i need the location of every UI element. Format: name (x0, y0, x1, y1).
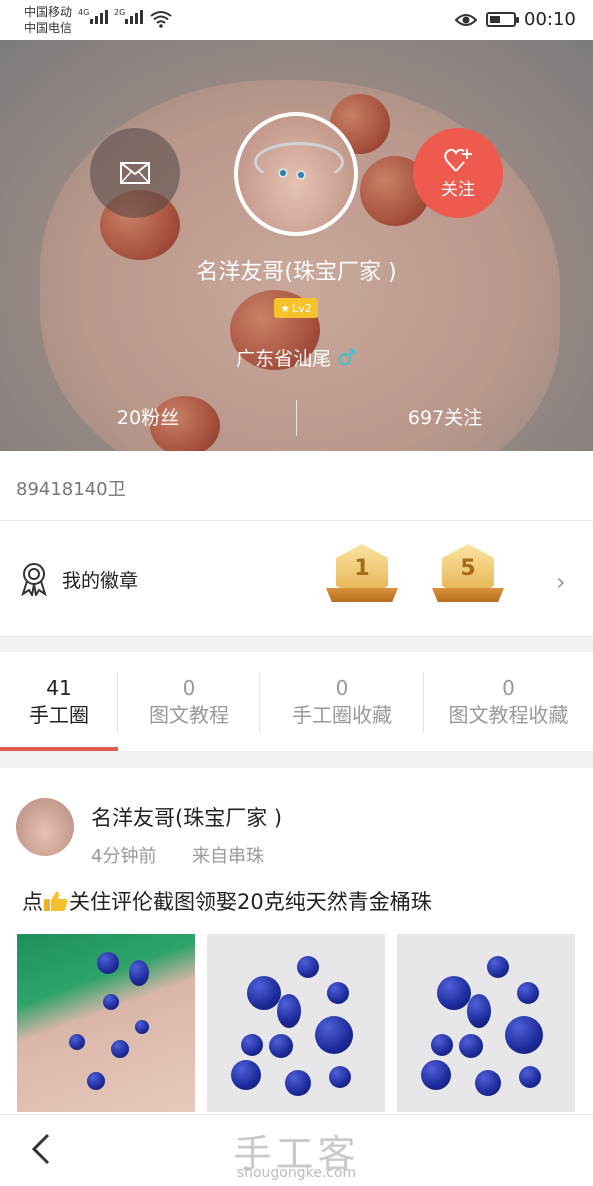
follow-button[interactable]: 关注 (413, 128, 503, 218)
tab-label: 手工圈收藏 (292, 702, 392, 727)
signal-icon (90, 10, 108, 24)
location-text: 广东省汕尾 (236, 348, 332, 370)
post-author-avatar[interactable] (16, 798, 74, 856)
tab-tutorial-favorites[interactable]: 0 图文教程收藏 (424, 652, 593, 751)
tab-count: 0 (502, 675, 515, 700)
post-source: 来自串珠 (192, 846, 264, 867)
tab-circle-favorites[interactable]: 0 手工圈收藏 (260, 652, 424, 751)
section-divider (0, 636, 593, 652)
badge-medal-number: 1 (354, 556, 370, 581)
watermark-url: shougongke.com (236, 1165, 357, 1181)
post-text: 点 关住评伦截图领娶20克纯天然青金桶珠 (22, 886, 432, 916)
profile-name: 名洋友哥(珠宝厂家 ) (196, 260, 397, 285)
battery-icon (486, 12, 519, 27)
content-tabs: 41 手工圈 0 图文教程 0 手工圈收藏 0 图文教程收藏 (0, 652, 593, 752)
heart-plus-icon (444, 148, 472, 172)
section-divider (0, 752, 593, 768)
post-photo-3[interactable] (397, 934, 575, 1112)
profile-avatar[interactable] (234, 112, 358, 236)
chevron-right-icon: › (556, 568, 566, 596)
eye-icon (455, 14, 477, 26)
post-text-prefix: 点 (22, 890, 43, 914)
signal-icon-2 (125, 10, 143, 24)
tab-count: 0 (182, 675, 196, 700)
badge-label: 我的徽章 (62, 570, 139, 592)
badge-medal-number: 5 (460, 556, 476, 581)
post-card[interactable]: 名洋友哥(珠宝厂家 ) 4分钟前 来自串珠 点 关住评伦截图领娶20克纯天然青金… (0, 768, 593, 1114)
user-id: 89418140卫 (16, 479, 126, 500)
tab-handcraft-circle[interactable]: 41 手工圈 (0, 652, 118, 751)
thumbs-up-icon (44, 891, 68, 911)
tab-label: 手工圈 (29, 702, 89, 727)
profile-stats: 20粉丝 697关注 (0, 400, 593, 436)
network-type-1: 4G (78, 8, 90, 17)
status-bar: 中国移动 中国电信 4G 2G 00:10 (0, 0, 593, 40)
location: 广东省汕尾 ♂ (0, 344, 593, 371)
tab-label: 图文教程收藏 (448, 702, 569, 727)
post-author[interactable]: 名洋友哥(珠宝厂家 ) (91, 802, 282, 832)
message-button[interactable] (90, 128, 180, 218)
tab-count: 41 (46, 675, 72, 700)
network-type-2: 2G (114, 8, 126, 17)
fans-count[interactable]: 20粉丝 (0, 400, 296, 436)
bottom-bar: 手工客 shougongke.com (0, 1114, 593, 1186)
badge-medal-5[interactable]: 5 (432, 544, 504, 612)
badge-row[interactable]: 我的徽章 1 5 › (0, 522, 593, 636)
male-icon: ♂ (337, 346, 357, 371)
following-count[interactable]: 697关注 (297, 400, 593, 436)
wifi-icon (150, 11, 172, 28)
tab-tutorials[interactable]: 0 图文教程 (118, 652, 260, 751)
carrier-2: 中国电信 (24, 21, 73, 35)
active-tab-indicator (0, 747, 118, 751)
badge-medal-1[interactable]: 1 (326, 544, 398, 612)
tab-label: 图文教程 (149, 702, 229, 727)
post-time: 4分钟前 (91, 846, 157, 867)
profile-header: 关注 名洋友哥(珠宝厂家 ) ★ Lv2 广东省汕尾 ♂ 20粉丝 697关注 (0, 40, 593, 451)
carrier-labels: 中国移动 中国电信 (24, 4, 72, 36)
star-icon: ★ (280, 301, 291, 315)
level-text: Lv2 (292, 301, 312, 315)
award-ribbon-icon (21, 563, 47, 596)
envelope-icon (120, 162, 150, 184)
post-photo-1[interactable] (17, 934, 195, 1112)
user-id-row: 89418140卫 (0, 451, 593, 521)
clock: 00:10 (524, 9, 576, 30)
post-text-body: 关住评伦截图领娶20克纯天然青金桶珠 (69, 890, 432, 914)
carrier-1: 中国移动 (24, 5, 73, 19)
tab-count: 0 (335, 675, 349, 700)
level-badge: ★ Lv2 (274, 298, 318, 318)
post-photo-2[interactable] (207, 934, 385, 1112)
follow-label: 关注 (441, 179, 475, 200)
